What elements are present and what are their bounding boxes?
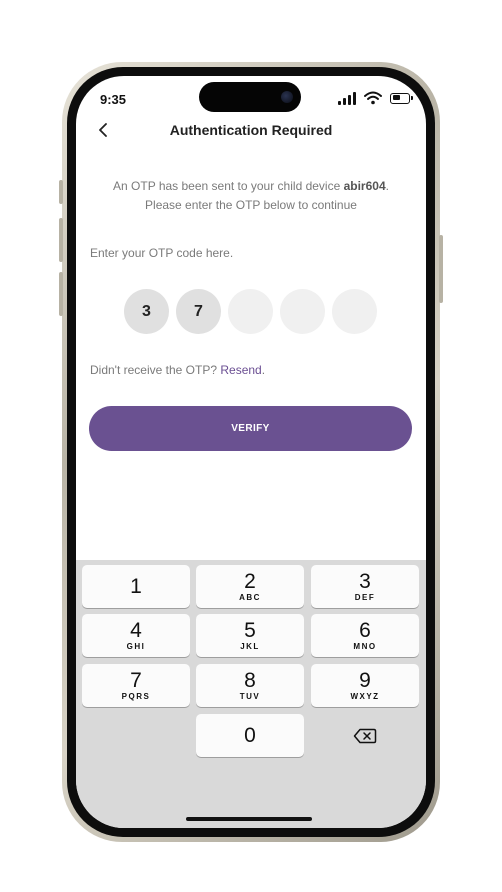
otp-digit-1[interactable]: 3 xyxy=(124,289,169,334)
key-3[interactable]: 3 DEF xyxy=(311,565,419,608)
resend-line: Didn't receive the OTP? Resend. xyxy=(90,363,265,377)
key-digit: 2 xyxy=(244,569,256,593)
key-letters: DEF xyxy=(354,592,376,602)
dynamic-island xyxy=(199,82,301,112)
otp-instruction-text: Please enter the OTP below to continue xyxy=(145,198,357,212)
key-0[interactable]: 0 xyxy=(196,714,304,757)
key-letters: GHI xyxy=(126,641,146,651)
key-digit: 1 xyxy=(130,574,142,598)
verify-button[interactable]: VERIFY xyxy=(89,406,412,451)
key-letters: WXYZ xyxy=(350,691,380,701)
key-digit: 7 xyxy=(130,668,142,692)
key-letters: JKL xyxy=(240,641,260,651)
status-time: 9:35 xyxy=(100,92,127,107)
key-digit: 0 xyxy=(244,723,256,747)
otp-sent-text: An OTP has been sent to your child devic… xyxy=(113,179,344,193)
otp-digit-2[interactable]: 7 xyxy=(176,289,221,334)
cellular-signal-icon xyxy=(338,91,356,105)
header: Authentication Required xyxy=(76,116,426,144)
key-letters: MNO xyxy=(353,641,377,651)
resend-suffix: . xyxy=(261,363,266,377)
page-title: Authentication Required xyxy=(169,122,333,138)
otp-digit-3[interactable] xyxy=(228,289,273,334)
key-5[interactable]: 5 JKL xyxy=(196,614,304,657)
key-letters: TUV xyxy=(239,691,261,701)
otp-digit-4[interactable] xyxy=(280,289,325,334)
action-button xyxy=(59,180,63,204)
phone-screen: 9:35 Authentication Required An OTP has … xyxy=(76,76,426,828)
key-digit: 6 xyxy=(359,618,371,642)
key-2[interactable]: 2 ABC xyxy=(196,565,304,608)
front-camera-icon xyxy=(281,91,293,103)
wifi-icon xyxy=(364,91,382,105)
battery-icon xyxy=(390,92,413,104)
key-digit: 4 xyxy=(130,618,142,642)
key-letters: PQRS xyxy=(121,691,151,701)
otp-input[interactable]: 3 7 xyxy=(124,289,377,334)
key-1[interactable]: 1 xyxy=(82,565,190,608)
otp-digit-5[interactable] xyxy=(332,289,377,334)
numeric-keypad: 1 2 ABC 3 DEF 4 GHI 5 JKL 6 MNO 7 PQRS 8… xyxy=(76,560,426,828)
resend-link[interactable]: Resend xyxy=(220,363,261,377)
child-device-name: abir604 xyxy=(343,179,386,193)
volume-up-button xyxy=(59,218,63,262)
key-8[interactable]: 8 TUV xyxy=(196,664,304,707)
power-button xyxy=(439,235,443,303)
status-icons xyxy=(338,90,413,106)
key-digit: 8 xyxy=(244,668,256,692)
resend-prompt: Didn't receive the OTP? xyxy=(90,363,221,377)
otp-input-label: Enter your OTP code here. xyxy=(90,246,234,260)
key-9[interactable]: 9 WXYZ xyxy=(311,664,419,707)
key-4[interactable]: 4 GHI xyxy=(82,614,190,657)
otp-sent-message: An OTP has been sent to your child devic… xyxy=(90,177,412,215)
key-letters: ABC xyxy=(239,592,261,602)
volume-down-button xyxy=(59,272,63,316)
backspace-icon xyxy=(353,728,377,743)
key-digit: 3 xyxy=(359,569,371,593)
otp-sent-suffix: . xyxy=(385,179,389,193)
key-digit: 5 xyxy=(244,618,256,642)
key-digit: 9 xyxy=(359,668,371,692)
home-indicator[interactable] xyxy=(186,817,312,821)
key-6[interactable]: 6 MNO xyxy=(311,614,419,657)
key-7[interactable]: 7 PQRS xyxy=(82,664,190,707)
delete-key[interactable] xyxy=(311,714,419,757)
